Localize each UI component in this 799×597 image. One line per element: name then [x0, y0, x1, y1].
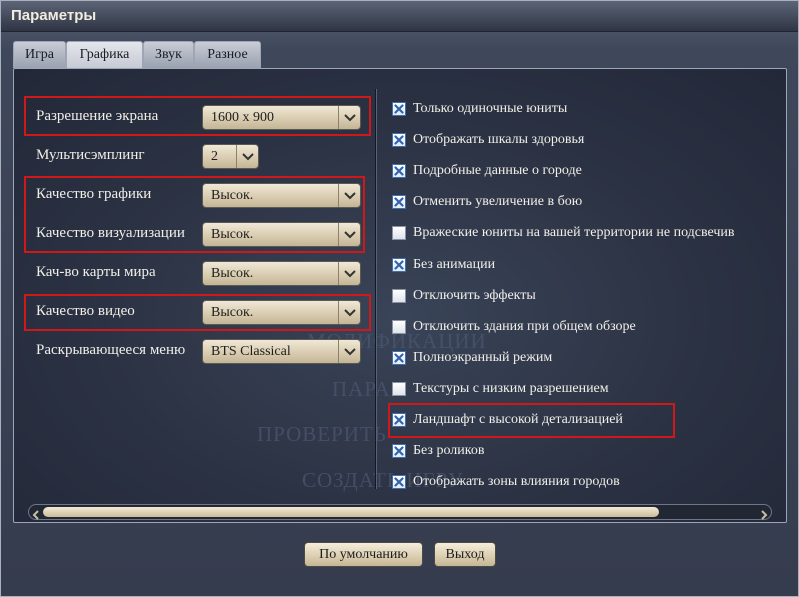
chevron-down-icon	[236, 145, 258, 168]
checkbox-label: Отменить увеличение в бою	[413, 194, 583, 209]
horizontal-scrollbar[interactable]	[28, 504, 772, 520]
select-value: BTS Classical	[211, 344, 291, 359]
chevron-left-icon[interactable]	[31, 507, 41, 520]
background-menu-text: ПРОВЕРИТЬ	[257, 422, 387, 446]
chevron-right-icon[interactable]	[759, 507, 769, 520]
checkbox[interactable]	[392, 382, 406, 396]
checkbox[interactable]	[392, 195, 406, 209]
checkbox-label: Только одиночные юниты	[413, 101, 568, 116]
background-menu-text: ПАРА	[332, 377, 391, 401]
check-x-icon	[394, 197, 404, 207]
checkbox[interactable]	[392, 226, 406, 240]
setting-label-dropdown-menu: Раскрывающееся меню	[36, 342, 186, 358]
checkbox-label: Отключить эффекты	[413, 288, 536, 303]
tab-misc[interactable]: Разное	[194, 41, 261, 68]
setting-label-multisampling: Мультисэмплинг	[36, 147, 145, 163]
chevron-down-icon	[338, 262, 360, 285]
tab-graphics[interactable]: Графика	[66, 41, 143, 70]
checkbox-label: Подробные данные о городе	[413, 163, 582, 178]
checkbox-label: Отключить здания при общем обзоре	[413, 319, 636, 334]
checkbox-label: Вражеские юниты на вашей территории не п…	[413, 225, 735, 240]
checkbox[interactable]	[392, 289, 406, 303]
checkbox[interactable]	[392, 444, 406, 458]
check-x-icon	[394, 135, 404, 145]
checkbox-label: Текстуры с низким разрешением	[413, 381, 609, 396]
chevron-down-icon	[338, 340, 360, 363]
scrollbar-thumb[interactable]	[43, 507, 659, 517]
dropdown-menu-select[interactable]: BTS Classical	[202, 339, 361, 364]
defaults-button[interactable]: По умолчанию	[304, 542, 423, 567]
multisampling-select[interactable]: 2	[202, 144, 259, 169]
tab-game[interactable]: Игра	[13, 41, 66, 68]
check-x-icon	[394, 477, 404, 487]
checkbox[interactable]	[392, 133, 406, 147]
worldmap-quality-select[interactable]: Высок.	[202, 261, 361, 286]
checkbox-label: Без роликов	[413, 443, 485, 458]
check-x-icon	[394, 353, 404, 363]
checkbox-label: Без анимации	[413, 257, 496, 272]
checkbox[interactable]	[392, 164, 406, 178]
column-divider	[375, 89, 376, 489]
checkbox[interactable]	[392, 320, 406, 334]
highlight-box	[24, 294, 371, 331]
select-value: Высок.	[211, 266, 254, 281]
checkbox[interactable]	[392, 351, 406, 365]
check-x-icon	[394, 104, 404, 114]
check-x-icon	[394, 260, 404, 270]
check-x-icon	[394, 166, 404, 176]
highlight-box	[24, 96, 371, 136]
checkbox-label: Ландшафт с высокой детализацией	[413, 412, 623, 427]
highlight-box	[24, 176, 365, 253]
checkbox[interactable]	[392, 475, 406, 489]
title-bar: Параметры	[1, 1, 798, 32]
checkbox[interactable]	[392, 413, 406, 427]
options-window: Параметры Игра Графика Звук Разное МОДИФ…	[0, 0, 799, 597]
window-title: Параметры	[11, 7, 97, 24]
checkbox-label: Отображать зоны влияния городов	[413, 474, 620, 489]
tab-sound[interactable]: Звук	[143, 41, 194, 68]
select-value: 2	[211, 149, 218, 164]
checkbox-label: Отображать шкалы здоровья	[413, 132, 585, 147]
exit-button[interactable]: Выход	[434, 542, 496, 567]
checkbox[interactable]	[392, 102, 406, 116]
check-x-icon	[394, 415, 404, 425]
checkbox[interactable]	[392, 258, 406, 272]
setting-label-worldmap-quality: Кач-во карты мира	[36, 264, 156, 280]
check-x-icon	[394, 446, 404, 456]
checkbox-label: Полноэкранный режим	[413, 350, 553, 365]
